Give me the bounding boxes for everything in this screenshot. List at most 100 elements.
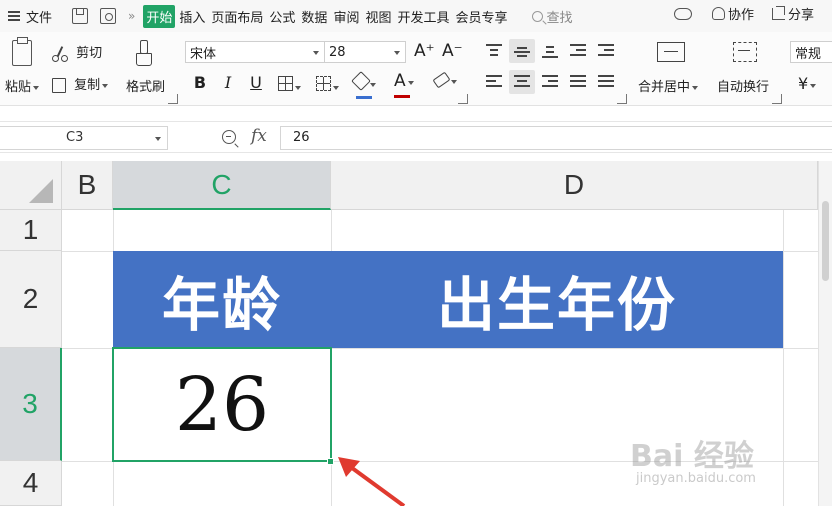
- grow-font-button[interactable]: A⁺: [414, 41, 435, 61]
- tab-insert[interactable]: 插入: [177, 7, 207, 26]
- paste-button[interactable]: 粘贴: [0, 32, 45, 106]
- tab-review[interactable]: 审阅: [331, 7, 361, 26]
- watermark-logo: Bai 经验: [630, 439, 754, 474]
- italic-button[interactable]: I: [218, 73, 238, 92]
- align-left-icon[interactable]: [486, 75, 502, 89]
- tab-developer[interactable]: 开发工具: [395, 7, 451, 26]
- arrow-shaft: [346, 463, 406, 506]
- tab-formulas[interactable]: 公式: [267, 7, 297, 26]
- decrease-indent-icon[interactable]: [570, 44, 586, 58]
- align-center-icon[interactable]: [514, 75, 530, 89]
- cloud-sync-icon[interactable]: [673, 7, 692, 20]
- font-launcher-icon[interactable]: [458, 94, 468, 104]
- align-bottom-icon[interactable]: [542, 44, 558, 58]
- menu-bar: 文件 » 开始 插入 页面布局 公式 数据 审阅 视图 开发工具 会员专享 查找…: [0, 0, 832, 32]
- format-painter-button[interactable]: 格式刷: [120, 32, 172, 106]
- copy-icon: [52, 78, 66, 93]
- shrink-font-button[interactable]: A⁻: [442, 41, 463, 61]
- paint-bucket-icon: [351, 71, 371, 91]
- align-top-icon[interactable]: [486, 44, 502, 58]
- share-button[interactable]: 分享: [771, 4, 814, 23]
- tab-member[interactable]: 会员专享: [453, 7, 509, 26]
- fx-icon[interactable]: fx: [251, 126, 267, 146]
- distributed-align-icon[interactable]: [598, 75, 614, 89]
- share-icon: [771, 7, 785, 20]
- merge-center-label: 合并居中: [638, 76, 699, 95]
- watermark-url: jingyan.baidu.com: [636, 471, 756, 486]
- increase-indent-icon[interactable]: [598, 44, 614, 58]
- name-box[interactable]: C3: [0, 126, 168, 150]
- font-size-select[interactable]: 28: [324, 41, 406, 63]
- row-header-2[interactable]: 2: [0, 251, 62, 348]
- scissors-icon: [52, 45, 68, 62]
- cell-c2[interactable]: 年龄: [113, 251, 331, 348]
- font-color-swatch: [394, 95, 410, 98]
- align-right-icon[interactable]: [542, 75, 558, 89]
- tab-data[interactable]: 数据: [299, 7, 329, 26]
- export-icon[interactable]: [100, 8, 117, 24]
- collab-button[interactable]: 协作: [711, 4, 754, 23]
- zoom-out-icon[interactable]: [222, 130, 236, 144]
- justify-icon[interactable]: [570, 75, 586, 89]
- hamburger-icon: [8, 11, 20, 21]
- copy-label: 复制: [74, 78, 101, 93]
- row-header-3[interactable]: 3: [0, 348, 62, 461]
- paste-label: 粘贴: [5, 76, 40, 95]
- cell-style-icon: [316, 76, 331, 91]
- spreadsheet-window: 文件 » 开始 插入 页面布局 公式 数据 审阅 视图 开发工具 会员专享 查找…: [0, 0, 832, 506]
- wrap-text-label: 自动换行: [717, 80, 770, 95]
- row-header-1[interactable]: 1: [0, 210, 62, 251]
- more-tools-button[interactable]: »: [128, 9, 135, 23]
- row-header-4[interactable]: 4: [0, 461, 62, 506]
- clipboard-launcher-icon[interactable]: [168, 94, 178, 104]
- column-header-c[interactable]: C: [113, 161, 331, 210]
- vertical-scrollbar[interactable]: [818, 161, 832, 506]
- currency-button[interactable]: ¥: [798, 74, 817, 93]
- arrow-head: [338, 457, 360, 477]
- font-name-select[interactable]: 宋体: [185, 41, 325, 63]
- wrap-launcher-icon[interactable]: [772, 94, 782, 104]
- cut-label: 剪切: [76, 46, 103, 61]
- cell-d2[interactable]: 出生年份: [331, 251, 783, 348]
- wrap-text-button[interactable]: 自动换行: [712, 32, 780, 106]
- paintbrush-icon: [136, 40, 152, 66]
- fill-handle[interactable]: [327, 458, 334, 465]
- formula-input[interactable]: 26: [280, 126, 832, 150]
- column-header-d[interactable]: D: [331, 161, 818, 210]
- column-header-b[interactable]: B: [62, 161, 113, 210]
- borders-button[interactable]: [278, 76, 301, 95]
- align-middle-icon[interactable]: [514, 44, 530, 58]
- search-label: 查找: [546, 10, 573, 26]
- fill-color-button[interactable]: [351, 71, 376, 99]
- number-format-select[interactable]: 常规: [790, 41, 832, 63]
- cut-button[interactable]: 剪切: [52, 42, 102, 62]
- user-icon: [711, 7, 725, 20]
- tab-home[interactable]: 开始: [143, 4, 176, 28]
- cell-style-button[interactable]: [316, 76, 339, 95]
- search-icon: [531, 10, 543, 22]
- search-box[interactable]: 查找: [531, 7, 573, 26]
- fill-color-swatch: [356, 96, 372, 99]
- select-all-corner[interactable]: [0, 161, 62, 210]
- active-cell-border: [112, 347, 332, 462]
- clear-format-button[interactable]: [432, 71, 457, 89]
- font-color-button[interactable]: A: [394, 71, 414, 98]
- main-menu-button[interactable]: 文件: [0, 4, 66, 28]
- underline-button[interactable]: U: [246, 73, 266, 92]
- font-name-value: 宋体: [190, 46, 217, 62]
- tab-page-layout[interactable]: 页面布局: [209, 7, 265, 26]
- merge-center-button[interactable]: 合并居中: [632, 32, 712, 106]
- alignment-launcher-icon[interactable]: [617, 94, 627, 104]
- worksheet-grid: B C D 1 2 3 4 年龄 出生年份 26 Bai 经验 jingyan.…: [0, 153, 832, 506]
- share-label: 分享: [787, 8, 814, 23]
- wrap-text-icon: [733, 42, 757, 62]
- scrollbar-thumb[interactable]: [822, 201, 829, 281]
- collab-label: 协作: [727, 8, 754, 23]
- copy-button[interactable]: 复制: [52, 74, 109, 93]
- bold-button[interactable]: B: [190, 73, 210, 92]
- tab-view[interactable]: 视图: [363, 7, 393, 26]
- eraser-icon: [432, 71, 451, 89]
- name-box-value: C3: [66, 130, 84, 145]
- formula-bar: C3 fx 26: [0, 121, 832, 153]
- save-icon[interactable]: [72, 8, 89, 24]
